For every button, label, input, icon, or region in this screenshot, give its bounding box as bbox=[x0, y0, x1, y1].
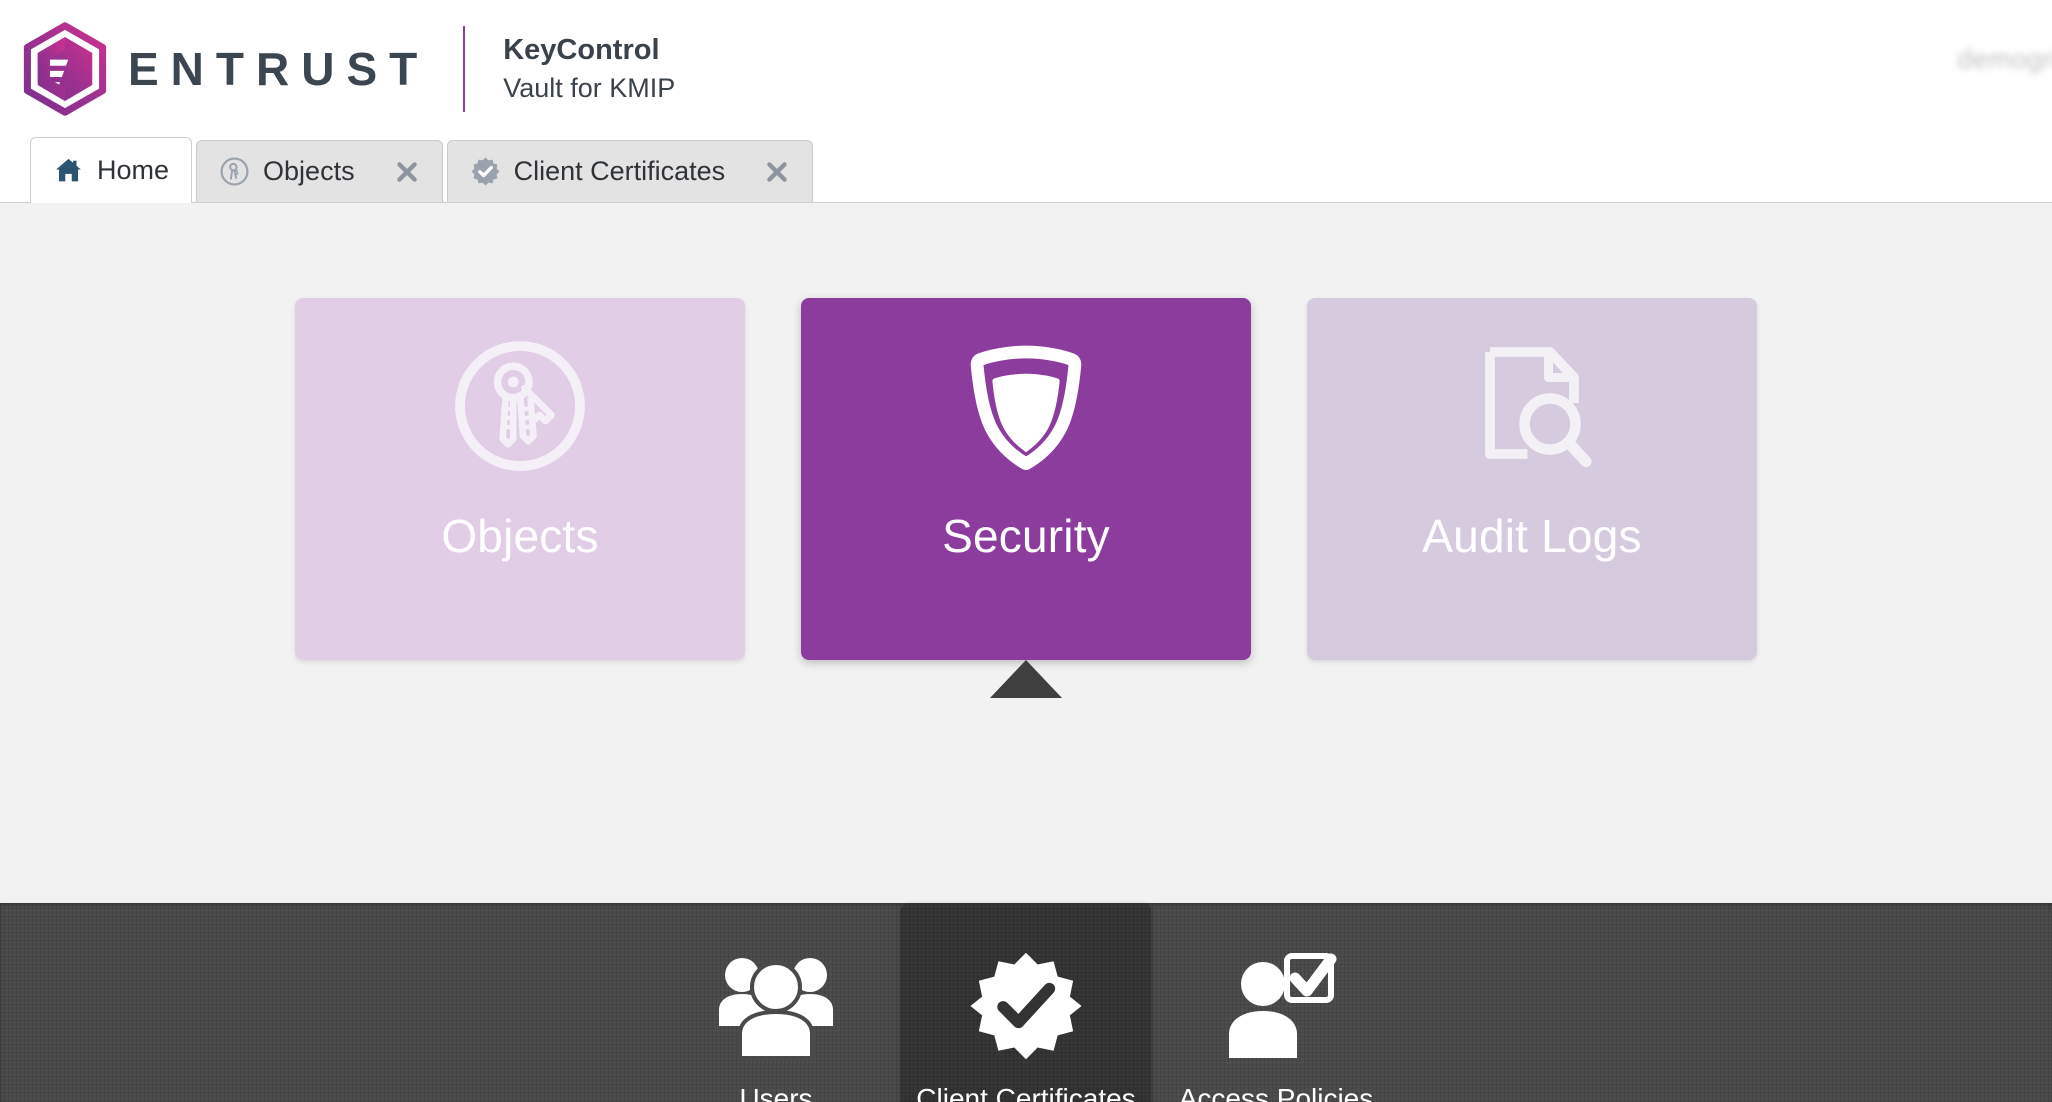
users-group-icon bbox=[719, 958, 833, 1060]
tile-audit-logs[interactable]: Audit Logs bbox=[1307, 298, 1757, 660]
application-window: ENTRUST KeyControl Vault for KMIP demogr… bbox=[0, 0, 2052, 1102]
submenu-users-icon-wrap bbox=[715, 947, 837, 1065]
tab-objects-label: Objects bbox=[263, 156, 355, 186]
tile-objects[interactable]: Objects bbox=[295, 298, 745, 660]
key-circle-icon bbox=[455, 340, 585, 471]
main-content: Objects Security Audit Logs Users Client… bbox=[0, 203, 2052, 1102]
tile-security[interactable]: Security bbox=[801, 298, 1251, 698]
product-title-block: KeyControl Vault for KMIP bbox=[503, 32, 675, 107]
submenu-access-policies-label: Access Policies bbox=[1178, 1083, 1374, 1102]
submenu-access-policies-icon-wrap bbox=[1215, 947, 1337, 1065]
submenu-client-certificates-icon-wrap bbox=[970, 947, 1082, 1065]
submenu-item-users[interactable]: Users bbox=[651, 903, 901, 1102]
product-name: KeyControl bbox=[503, 33, 660, 66]
tab-home[interactable]: Home bbox=[30, 137, 193, 203]
tile-audit-logs-icon-wrap bbox=[1307, 298, 1757, 513]
close-icon[interactable] bbox=[764, 159, 790, 185]
tile-objects-icon-wrap bbox=[295, 298, 745, 513]
submenu-client-certificates-label: Client Certificates bbox=[916, 1083, 1136, 1102]
tile-audit-logs-label: Audit Logs bbox=[1422, 510, 1642, 562]
submenu-item-client-certificates[interactable]: Client Certificates bbox=[901, 903, 1151, 1102]
certificate-badge-icon bbox=[970, 952, 1082, 1060]
tab-objects[interactable]: Objects bbox=[196, 140, 443, 202]
brand-wordmark: ENTRUST bbox=[128, 43, 430, 95]
tab-bar: Home Objects Client Certificates bbox=[0, 137, 2052, 203]
app-header: ENTRUST KeyControl Vault for KMIP demogr… bbox=[0, 0, 2052, 138]
entrust-hexagon-logo-icon bbox=[23, 22, 107, 116]
submenu-bar: Users Client Certificates Access Policie… bbox=[0, 903, 2052, 1102]
key-circle-icon bbox=[220, 157, 249, 186]
shield-icon bbox=[970, 345, 1082, 470]
user-checkbox-icon bbox=[1229, 953, 1337, 1058]
tab-home-label: Home bbox=[97, 155, 170, 185]
submenu-items: Users Client Certificates Access Policie… bbox=[651, 903, 1401, 1102]
home-icon bbox=[56, 158, 81, 182]
tile-security-icon-wrap bbox=[801, 298, 1251, 513]
close-icon[interactable] bbox=[394, 159, 420, 185]
tab-client-certificates[interactable]: Client Certificates bbox=[446, 140, 814, 202]
tab-client-certificates-label: Client Certificates bbox=[513, 156, 726, 186]
header-divider bbox=[463, 26, 466, 112]
tile-objects-label: Objects bbox=[441, 510, 599, 562]
certificate-badge-icon bbox=[471, 157, 500, 186]
submenu-item-access-policies[interactable]: Access Policies bbox=[1151, 903, 1401, 1102]
brand-block[interactable]: ENTRUST bbox=[18, 0, 429, 138]
dashboard-tile-row: Objects Security Audit Logs bbox=[0, 203, 2052, 698]
selected-tile-pointer bbox=[990, 660, 1062, 698]
document-search-icon bbox=[1485, 346, 1592, 467]
product-subtitle: Vault for KMIP bbox=[503, 73, 676, 104]
tile-security-label: Security bbox=[942, 510, 1110, 562]
submenu-users-label: Users bbox=[739, 1083, 813, 1102]
account-name-label[interactable]: demogrid bbox=[1957, 44, 2052, 75]
